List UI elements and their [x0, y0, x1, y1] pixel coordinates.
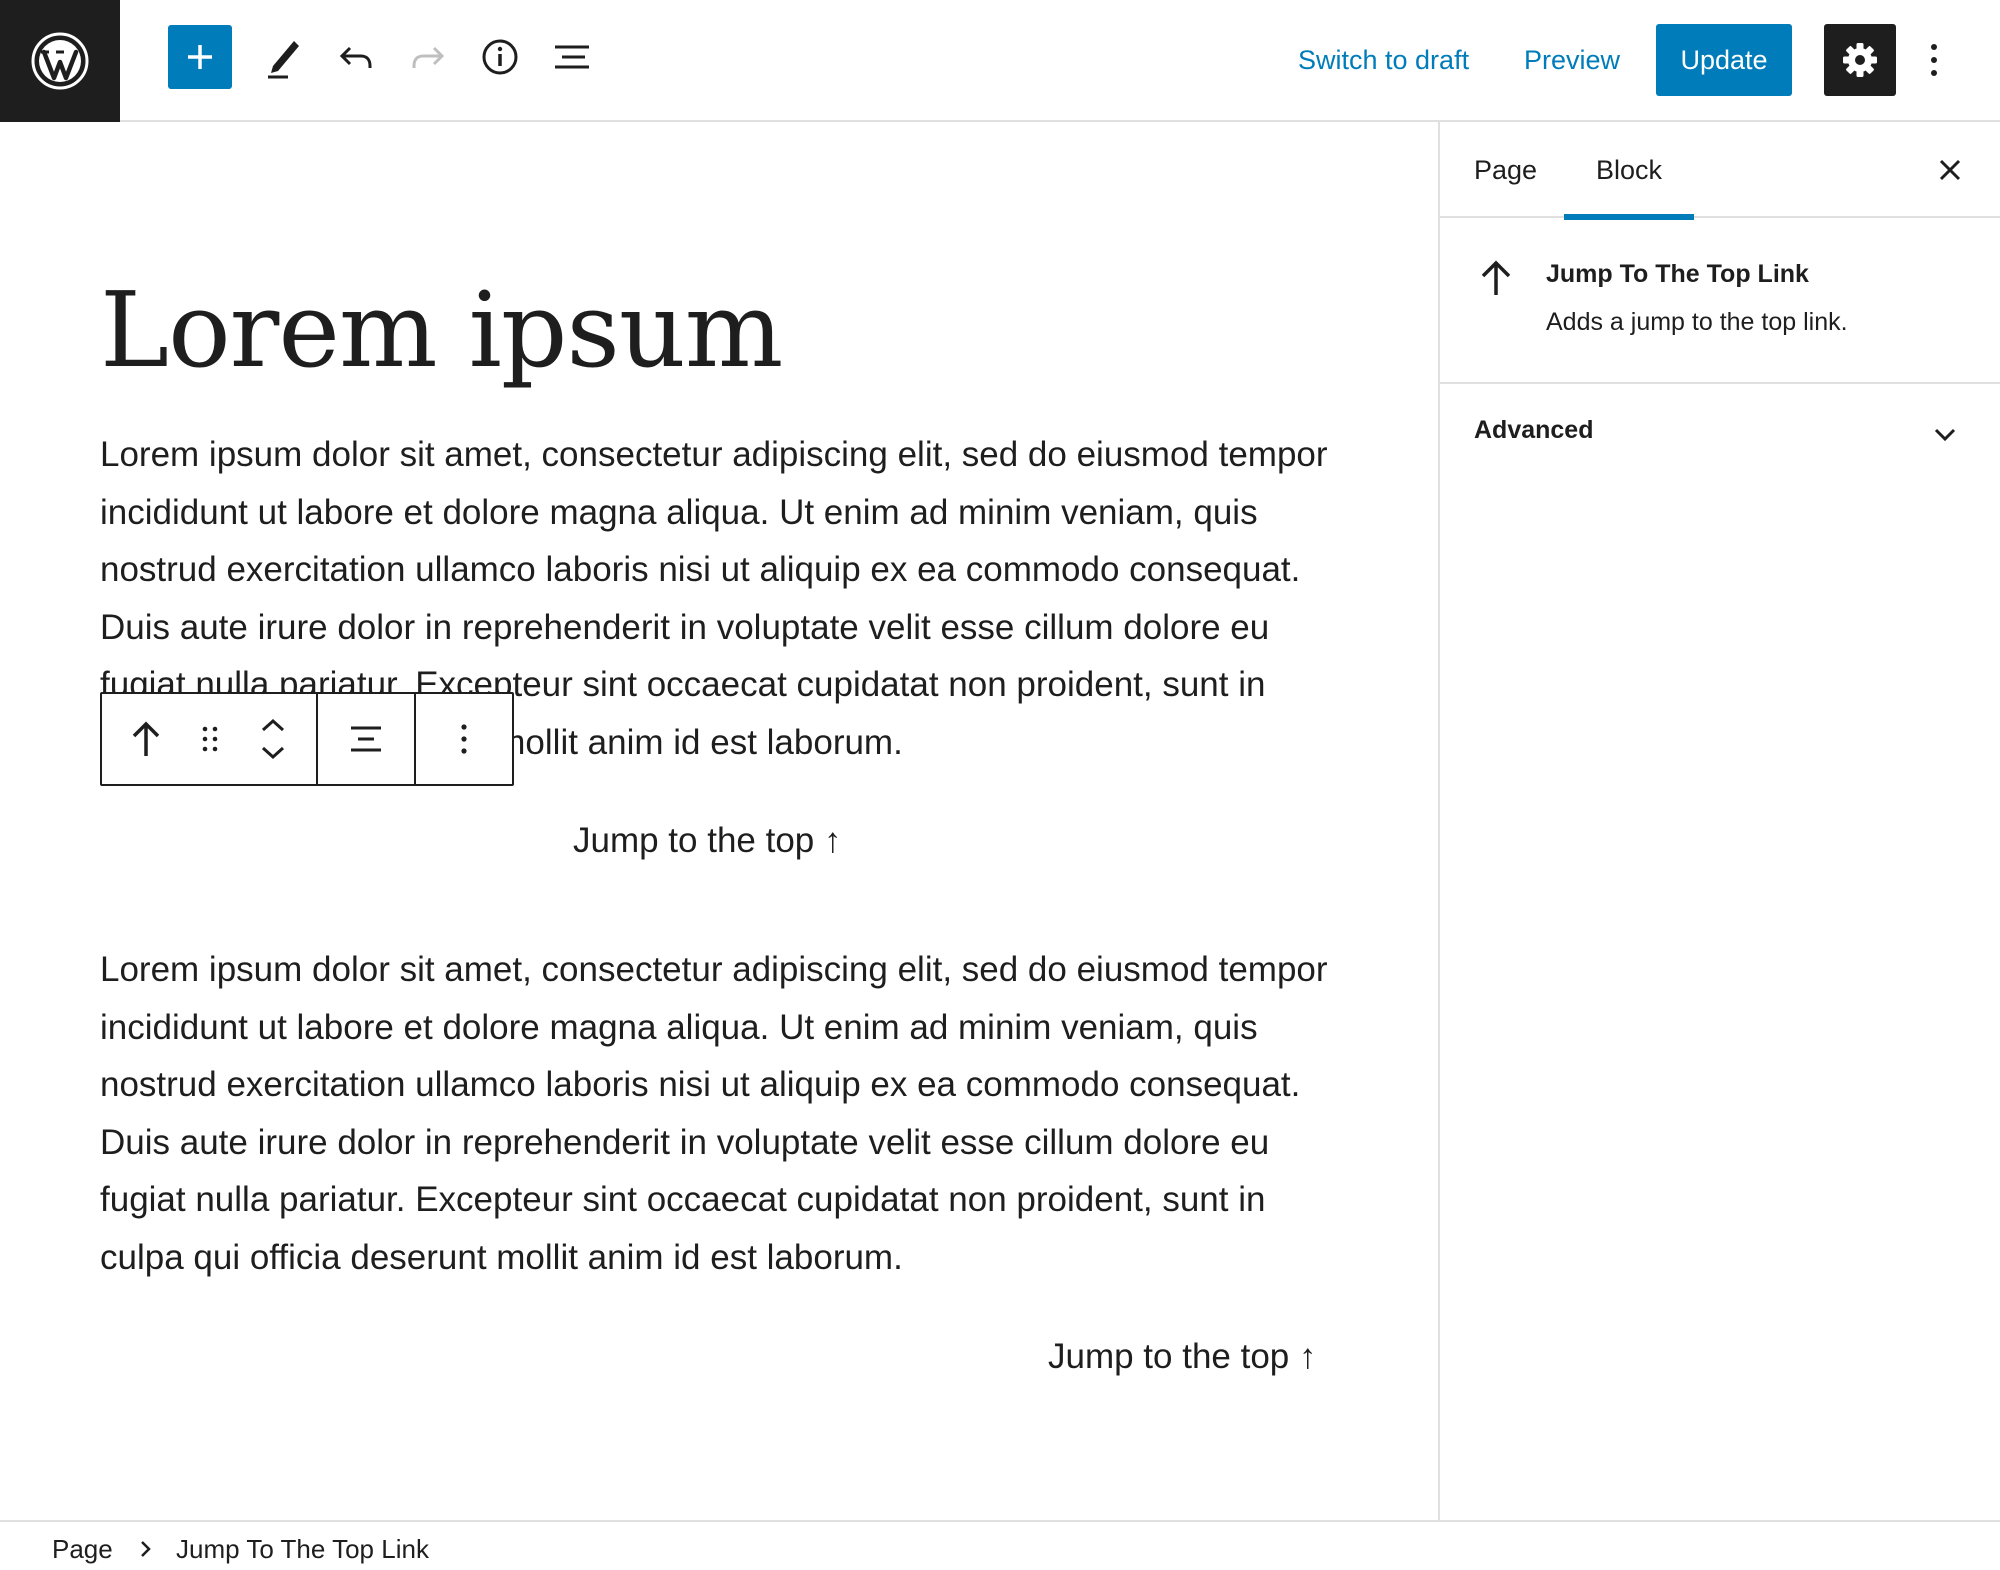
block-toolbar: [100, 692, 514, 786]
undo-icon: [339, 46, 372, 68]
block-card-title: Jump To The Top Link: [1546, 260, 1809, 288]
details-button[interactable]: [468, 25, 532, 89]
breadcrumb-item-page[interactable]: Page: [52, 1532, 113, 1566]
align-center-icon: [351, 726, 381, 752]
info-icon: [482, 39, 518, 75]
options-button[interactable]: [1914, 28, 1954, 92]
block-card-description: Adds a jump to the top link.: [1546, 308, 1848, 336]
list-view-icon: [555, 45, 589, 69]
redo-button[interactable]: [396, 25, 460, 89]
wordpress-logo-button[interactable]: [0, 0, 120, 122]
settings-button[interactable]: [1824, 24, 1896, 96]
align-button[interactable]: [318, 694, 416, 784]
editor-canvas: Lorem ipsum Lorem ipsum dolor sit amet, …: [0, 122, 1438, 1520]
block-mover: [250, 694, 296, 784]
tab-block[interactable]: Block: [1564, 122, 1694, 220]
tab-page[interactable]: Page: [1474, 122, 1537, 218]
editor-header: Switch to draft Preview Update: [0, 0, 2000, 122]
paragraph-block[interactable]: Lorem ipsum dolor sit amet, consectetur …: [100, 941, 1340, 1286]
chevron-up-icon[interactable]: [260, 717, 286, 733]
jump-to-top-link[interactable]: Jump to the top ↑: [1048, 1332, 1316, 1382]
more-vertical-icon: [1931, 44, 1937, 76]
gear-icon: [1843, 43, 1877, 77]
redo-icon: [412, 46, 445, 68]
close-sidebar-button[interactable]: [1928, 148, 1972, 192]
drag-handle[interactable]: [190, 694, 230, 784]
arrow-up-icon: [1481, 260, 1511, 295]
block-card: Jump To The Top Link Adds a jump to the …: [1440, 220, 2000, 384]
advanced-panel-toggle[interactable]: Advanced: [1440, 386, 2000, 484]
add-block-button[interactable]: [168, 25, 232, 89]
block-options-button[interactable]: [416, 694, 512, 784]
list-view-button[interactable]: [540, 25, 604, 89]
wordpress-logo-icon: [31, 32, 89, 90]
chevron-down-icon: [1934, 428, 1956, 442]
preview-button[interactable]: Preview: [1524, 40, 1620, 80]
block-toolbar-mover-group: [102, 694, 318, 784]
post-title[interactable]: Lorem ipsum: [100, 260, 783, 400]
chevron-right-icon: [141, 1541, 151, 1557]
update-button[interactable]: Update: [1656, 24, 1792, 96]
sidebar-tabs: Page Block: [1440, 122, 2000, 220]
block-type-button[interactable]: [122, 694, 170, 784]
arrow-up-icon: [132, 721, 160, 756]
breadcrumb-item-block: Jump To The Top Link: [176, 1534, 429, 1564]
chevron-down-icon[interactable]: [260, 745, 286, 761]
jump-to-top-link[interactable]: Jump to the top ↑: [573, 816, 841, 866]
switch-to-draft-button[interactable]: Switch to draft: [1298, 40, 1469, 80]
more-vertical-icon: [461, 724, 467, 754]
block-breadcrumb: Page Jump To The Top Link: [0, 1520, 2000, 1570]
close-icon: [1939, 159, 1961, 181]
drag-handle-icon: [202, 726, 218, 752]
pencil-icon: [268, 41, 299, 79]
advanced-panel-label: Advanced: [1474, 416, 1594, 444]
settings-sidebar: Page Block Jump To The Top Link Adds a j…: [1438, 122, 2000, 1520]
undo-button[interactable]: [324, 25, 388, 89]
plus-icon: [188, 45, 212, 69]
tools-button[interactable]: [252, 25, 316, 89]
